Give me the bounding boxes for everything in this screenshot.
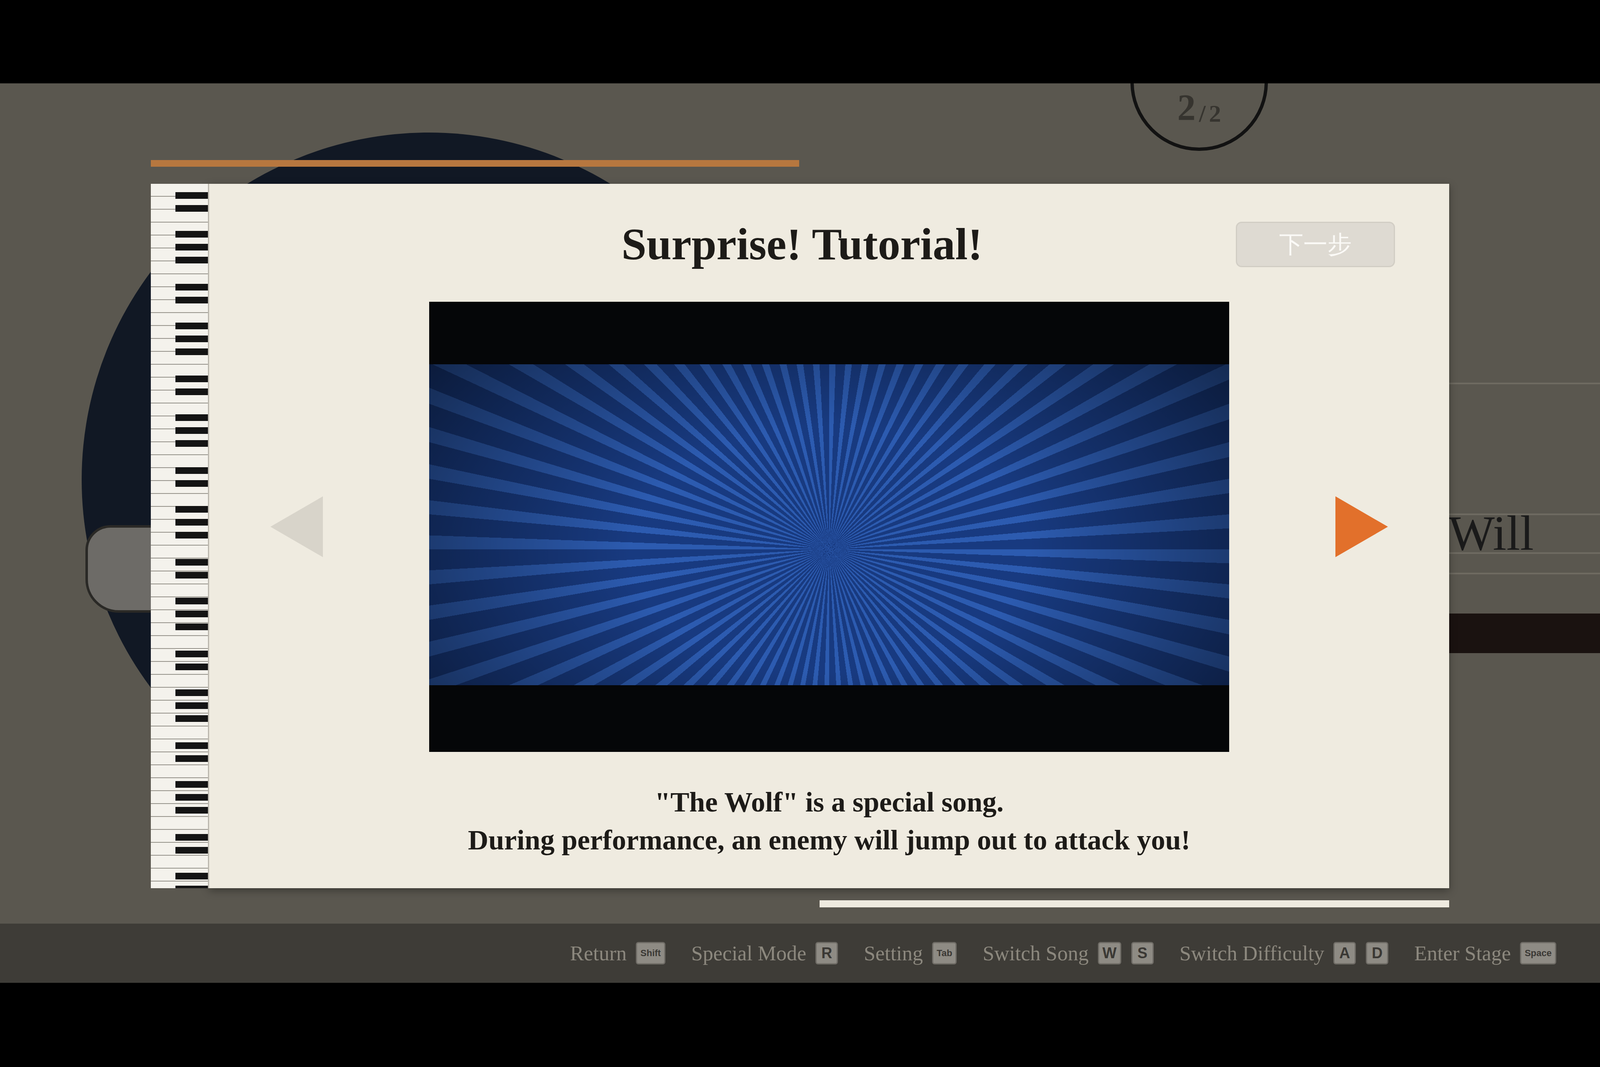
control-hint[interactable]: Enter Stage Space	[1414, 937, 1557, 969]
control-hint[interactable]: Switch Song WS	[982, 937, 1154, 969]
staff-line	[1449, 572, 1600, 575]
key-group: AD	[1333, 941, 1389, 965]
page-counter: 2/2	[1130, 83, 1268, 151]
next-step-button[interactable]: 下一步	[1235, 221, 1395, 268]
prev-arrow-icon	[270, 496, 323, 558]
description-line: "The Wolf" is a special song.	[209, 782, 1450, 821]
key-group: Space	[1520, 941, 1557, 965]
keycap[interactable]: R	[815, 941, 838, 965]
bottom-letterbox	[0, 982, 1600, 1067]
piano-keys	[150, 183, 210, 888]
key-group: R	[815, 941, 838, 965]
keycap[interactable]: Shift	[635, 941, 666, 965]
hint-label: Return	[570, 937, 627, 969]
control-hint[interactable]: Setting Tab	[863, 937, 957, 969]
keycap[interactable]: S	[1131, 941, 1154, 965]
keycap[interactable]: D	[1365, 941, 1389, 965]
hint-label: Setting	[863, 937, 923, 969]
description-line: During performance, an enemy will jump o…	[209, 820, 1450, 859]
key-group: WS	[1097, 941, 1154, 965]
tutorial-title: Surprise! Tutorial!	[621, 219, 983, 270]
keycap[interactable]: A	[1333, 941, 1356, 965]
page-separator: /	[1198, 101, 1206, 126]
tutorial-description: "The Wolf" is a special song.During perf…	[209, 782, 1450, 859]
next-arrow-icon[interactable]	[1335, 496, 1388, 558]
key-group: Tab	[932, 941, 957, 965]
song-bar	[1449, 613, 1600, 653]
keycap[interactable]: Tab	[932, 941, 957, 965]
control-hint[interactable]: Special Mode R	[691, 937, 838, 969]
hint-label: Special Mode	[691, 937, 807, 969]
hint-label: Switch Song	[982, 937, 1089, 969]
control-hint[interactable]: Switch Difficulty AD	[1179, 937, 1389, 969]
control-hints: Return Shift Special Mode R Setting Tab Switch…	[0, 923, 1600, 983]
top-letterbox	[0, 0, 1600, 84]
song-title[interactable]: Will	[1448, 506, 1534, 561]
control-hint[interactable]: Return Shift	[570, 937, 666, 969]
key-group: Shift	[635, 941, 666, 965]
page-current: 2	[1177, 89, 1196, 126]
hint-label: Enter Stage	[1414, 937, 1511, 969]
accent-line	[150, 160, 800, 167]
accent-line	[819, 900, 1450, 908]
hint-label: Switch Difficulty	[1179, 937, 1325, 969]
tutorial-image	[429, 301, 1230, 752]
keycap[interactable]: Space	[1520, 941, 1557, 965]
page-total: 2	[1209, 101, 1222, 126]
keycap[interactable]: W	[1097, 941, 1122, 965]
tutorial-card: Surprise! Tutorial! 下一步 "The Wolf" is a …	[209, 183, 1450, 888]
song-select-stage: Will 2/2 Surprise! Tutorial! 下一步 "The Wo…	[0, 83, 1600, 983]
staff-line	[1449, 382, 1600, 385]
